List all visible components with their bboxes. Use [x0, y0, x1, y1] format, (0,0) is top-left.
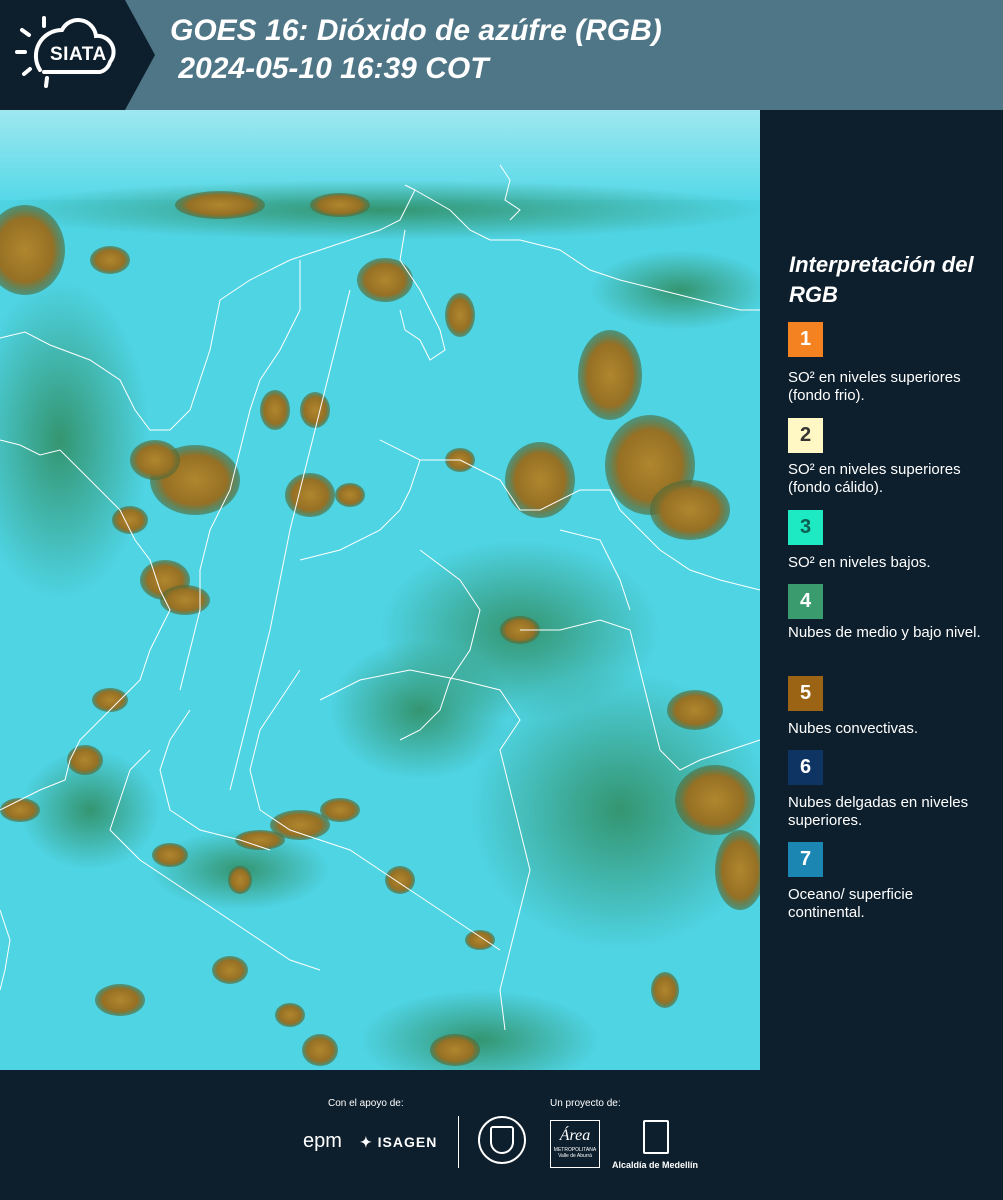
support-label: Con el apoyo de: [328, 1098, 404, 1109]
legend-swatch-2: 2 [788, 418, 823, 453]
alcaldia-shield-icon [643, 1120, 669, 1154]
medellin-seal-icon [478, 1116, 526, 1164]
isagen-icon: ✦ [360, 1134, 373, 1150]
project-label: Un proyecto de: [550, 1098, 621, 1109]
legend-panel: Interpretación del RGB 1 SO² en niveles s… [760, 110, 1003, 1070]
epm-logo: epm [303, 1130, 342, 1152]
legend-label-2: SO² en niveles superiores (fondo cálido)… [788, 461, 961, 496]
footer-divider [458, 1116, 459, 1168]
siata-logo-text: SIATA [50, 44, 107, 65]
legend-title: Interpretación del RGB [789, 252, 974, 307]
footer: Con el apoyo de: Un proyecto de: epm ✦ I… [0, 1070, 1003, 1200]
satellite-map [0, 110, 760, 1070]
legend-label-7: Oceano/ superficie continental. [788, 886, 914, 921]
header-bar: SIATA GOES 16: Dióxido de azúfre (RGB) 2… [0, 0, 1003, 110]
legend-label-5: Nubes convectivas. [788, 720, 919, 737]
legend-swatch-5: 5 [788, 676, 823, 711]
legend-swatch-1: 1 [788, 322, 823, 357]
legend-label-4: Nubes de medio y bajo nivel. [788, 624, 981, 641]
legend-swatch-3: 3 [788, 510, 823, 545]
isagen-text: ISAGEN [377, 1134, 438, 1150]
area-metropolitana-logo: Área METROPOLITANA Valle de Aburrá [550, 1120, 600, 1168]
legend-swatch-4: 4 [788, 584, 823, 619]
area-logo-text: Área [559, 1127, 591, 1144]
isagen-logo: ✦ ISAGEN [360, 1134, 437, 1151]
alcaldia-label: Alcaldía de Medellín [612, 1160, 699, 1170]
legend-swatch-6: 6 [788, 750, 823, 785]
area-logo-sub: METROPOLITANA Valle de Aburrá [553, 1147, 597, 1159]
legend-label-6: Nubes delgadas en niveles superiores. [788, 794, 969, 829]
legend-label-3: SO² en niveles bajos. [788, 554, 931, 571]
legend-label-1: SO² en niveles superiores (fondo frio). [788, 369, 961, 404]
legend-swatch-7: 7 [788, 842, 823, 877]
page-title: GOES 16: Dióxido de azúfre (RGB) 2024-05… [170, 14, 662, 85]
